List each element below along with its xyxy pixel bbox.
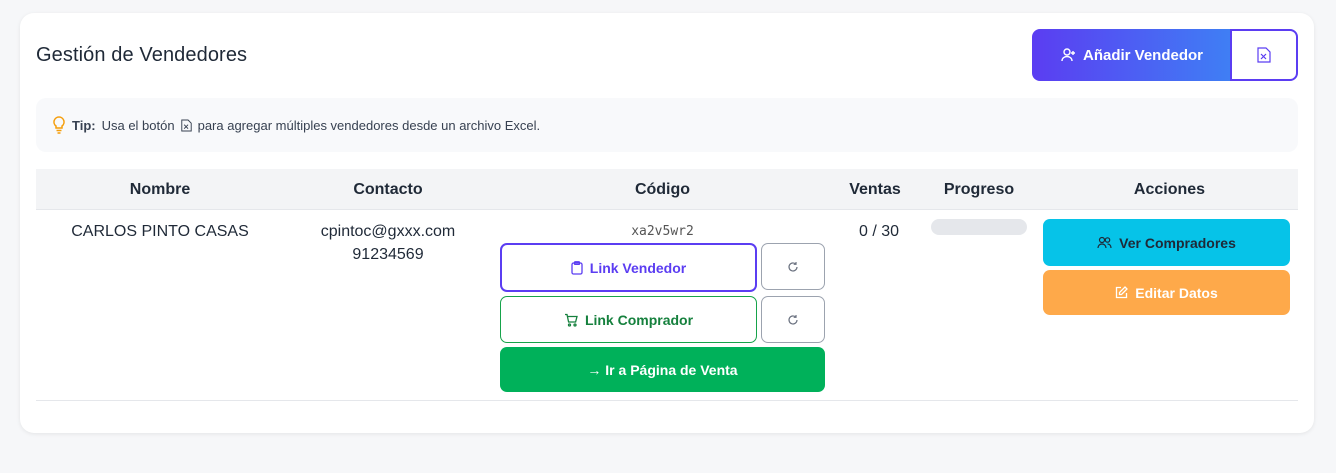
column-header-codigo: Código (634, 181, 691, 198)
tip-text-after: para agregar múltiples vendedores desde … (197, 117, 541, 133)
column-header-nombre: Nombre (129, 181, 191, 198)
vendedor-phone: 91234569 (352, 246, 424, 263)
row-divider (36, 400, 1298, 401)
table-header: Nombre Contacto Código Ventas Progreso A… (36, 169, 1298, 210)
cart-icon (564, 313, 578, 327)
editar-datos-label: Editar Datos (1135, 284, 1218, 301)
column-header-ventas: Ventas (849, 181, 901, 198)
link-comprador-button[interactable]: Link Comprador (500, 296, 757, 343)
refresh-icon (787, 261, 799, 273)
ir-pagina-venta-button[interactable]: → Ir a Página de Venta (500, 347, 825, 392)
vendedores-card: Gestión de Vendedores Añadir Vendedor Ti… (20, 13, 1314, 433)
clipboard-icon (571, 260, 583, 275)
ver-compradores-label: Ver Compradores (1119, 234, 1236, 251)
vendedor-nombre: CARLOS PINTO CASAS (71, 223, 249, 240)
ver-compradores-button[interactable]: Ver Compradores (1043, 219, 1290, 266)
column-header-contacto: Contacto (353, 181, 423, 198)
add-vendedor-label: Añadir Vendedor (1082, 46, 1204, 64)
link-comprador-label: Link Comprador (584, 311, 694, 328)
lightbulb-icon (52, 116, 66, 134)
vendedor-ventas: 0 / 30 (858, 223, 900, 240)
column-header-acciones: Acciones (1133, 181, 1206, 198)
import-excel-button[interactable] (1230, 29, 1298, 81)
users-icon (1097, 236, 1112, 249)
vendedor-codigo: xa2v5wr2 (631, 224, 694, 239)
user-plus-icon (1061, 47, 1077, 63)
refresh-vendedor-button[interactable] (761, 243, 825, 290)
refresh-comprador-button[interactable] (761, 296, 825, 343)
progress-bar (931, 219, 1027, 235)
editar-datos-button[interactable]: Editar Datos (1043, 270, 1290, 315)
tip-box: Tip: Usa el botón para agregar múltiples… (36, 98, 1298, 152)
tip-label: Tip: (72, 117, 96, 133)
excel-file-icon (180, 119, 192, 132)
link-vendedor-button[interactable]: Link Vendedor (500, 243, 757, 292)
vendedor-email: cpintoc@gxxx.com (320, 223, 456, 240)
link-vendedor-label: Link Vendedor (589, 259, 687, 276)
refresh-icon (787, 314, 799, 326)
tip-text-before: Usa el botón (101, 117, 175, 133)
add-vendedor-button[interactable]: Añadir Vendedor (1032, 29, 1232, 81)
page-title: Gestión de Vendedores (36, 44, 248, 66)
excel-file-icon (1257, 47, 1271, 63)
ir-pagina-venta-label: → Ir a Página de Venta (587, 361, 738, 378)
column-header-progreso: Progreso (943, 181, 1015, 198)
edit-icon (1115, 286, 1129, 299)
